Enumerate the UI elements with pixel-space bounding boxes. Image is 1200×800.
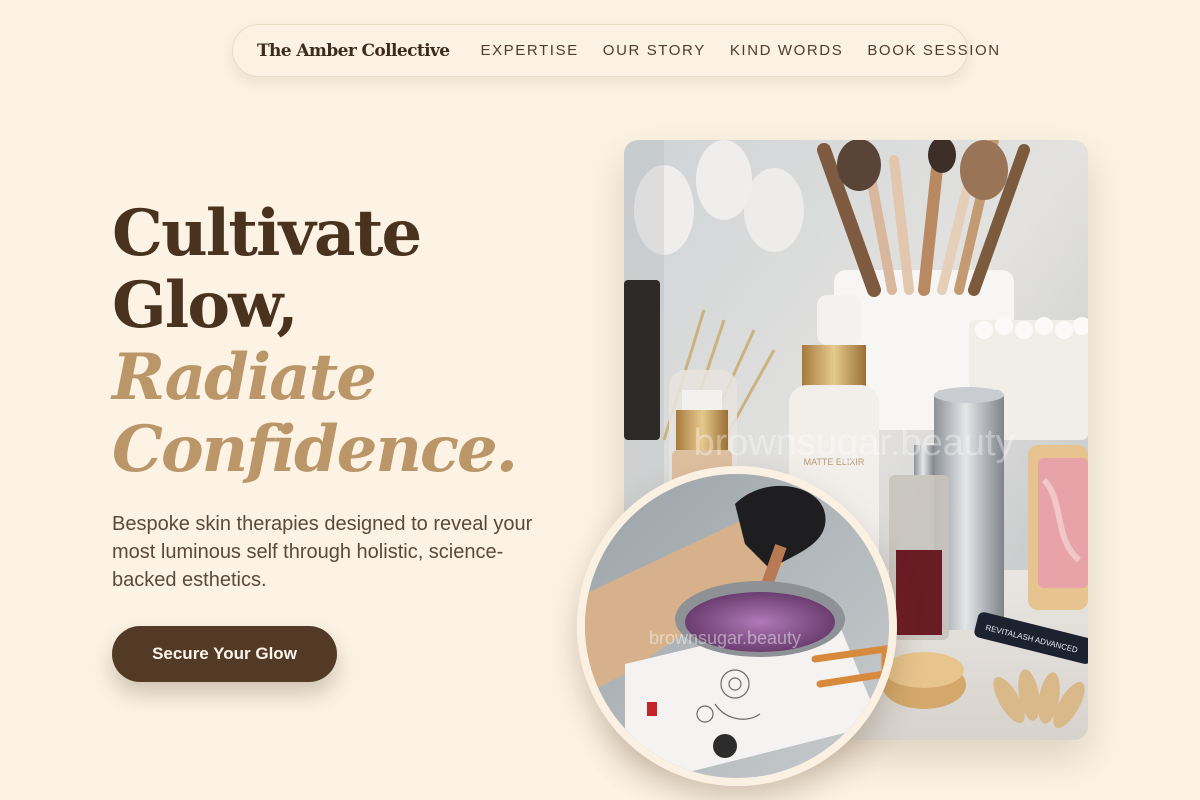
circle-watermark: brownsugar.beauty: [649, 628, 801, 648]
headline-line-2: Glow,: [112, 268, 299, 343]
nav-link-expertise[interactable]: EXPERTISE: [480, 42, 578, 59]
headline-line-4: Confidence.: [112, 412, 518, 487]
nav-link-our-story[interactable]: OUR STORY: [603, 42, 706, 59]
nav-link-kind-words[interactable]: KIND WORDS: [730, 42, 844, 59]
hero-headline: Cultivate Glow, Radiate Confidence.: [112, 198, 592, 486]
brand-logo[interactable]: The Amber Collective: [257, 41, 450, 61]
main-watermark: brownsugar.beauty: [693, 422, 1014, 464]
nav-link-book-session[interactable]: BOOK SESSION: [867, 42, 1000, 59]
hero-subtext: Bespoke skin therapies designed to revea…: [112, 513, 533, 591]
headline-line-3: Radiate: [112, 340, 377, 415]
top-nav: The Amber Collective EXPERTISE OUR STORY…: [232, 24, 999, 77]
wax-warmer-photo: brownsugar.beauty: [577, 466, 897, 786]
headline-line-1: Cultivate: [112, 196, 422, 271]
secure-glow-button[interactable]: Secure Your Glow: [112, 626, 337, 682]
wax-warmer-photo-art: brownsugar.beauty: [585, 474, 889, 778]
